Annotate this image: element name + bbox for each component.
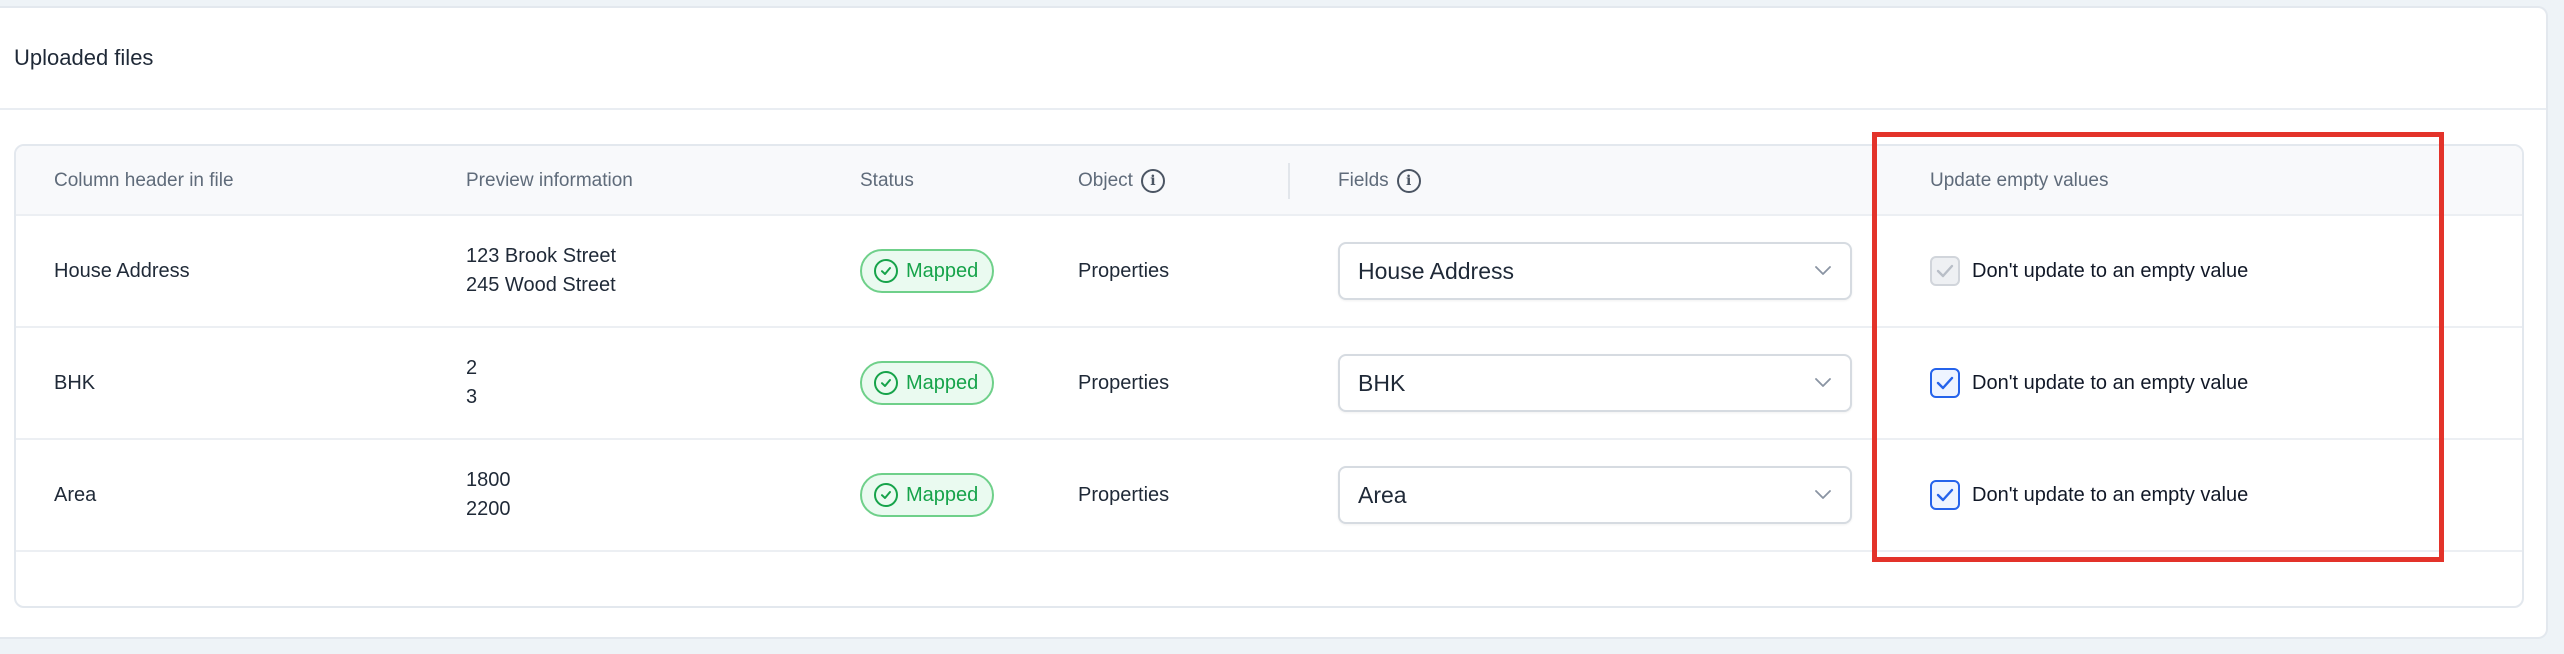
preview-value: 245 Wood Street	[466, 274, 616, 296]
field-select[interactable]: Area	[1338, 466, 1852, 524]
object-value: Properties	[1078, 259, 1170, 282]
column-header-cell: Area	[54, 440, 96, 550]
dont-update-checkbox[interactable]	[1930, 480, 1960, 510]
table-header: Column header in file Preview informatio…	[16, 146, 2522, 216]
header-preview: Preview information	[466, 146, 633, 216]
uploaded-files-panel: Uploaded files Column header in file Pre…	[0, 6, 2548, 639]
info-icon[interactable]: i	[1140, 169, 1165, 193]
header-object: Object i	[1078, 146, 1165, 216]
table-row: BHK 2 3 Mapped Properties BHK Don't upda…	[16, 328, 2522, 440]
fields-cell: House Address	[1338, 216, 1852, 326]
header-fields-label: Fields	[1338, 170, 1389, 191]
object-value: Properties	[1078, 371, 1170, 394]
header-column: Column header in file	[54, 146, 234, 216]
column-header-cell: BHK	[54, 328, 95, 438]
dont-update-label: Don't update to an empty value	[1972, 483, 2249, 506]
field-select[interactable]: House Address	[1338, 242, 1852, 300]
checkmark-icon	[1936, 376, 1954, 390]
column-header-value: BHK	[54, 371, 96, 394]
dont-update-label: Don't update to an empty value	[1972, 371, 2249, 394]
dont-update-checkbox[interactable]	[1930, 256, 1960, 286]
header-status: Status	[860, 146, 914, 216]
fields-cell: BHK	[1338, 328, 1852, 438]
preview-value: 1800	[466, 469, 511, 491]
object-value: Properties	[1078, 483, 1170, 506]
header-fields: Fields i	[1338, 146, 1421, 216]
preview-value: 2200	[466, 498, 511, 520]
fields-cell: Area	[1338, 440, 1852, 550]
table-row: Area 1800 2200 Mapped Properties Area Do…	[16, 440, 2522, 552]
status-badge: Mapped	[860, 249, 995, 293]
header-preview-label: Preview information	[466, 170, 633, 191]
object-cell: Properties	[1078, 440, 1169, 550]
update-cell: Don't update to an empty value	[1930, 328, 2248, 438]
section-title: Uploaded files	[14, 45, 154, 70]
column-header-value: House Address	[54, 259, 190, 282]
preview-cell: 2 3	[466, 328, 477, 438]
mapping-table: Column header in file Preview informatio…	[14, 144, 2524, 608]
checkmark-icon	[1936, 488, 1954, 502]
status-cell: Mapped	[860, 440, 995, 550]
status-cell: Mapped	[860, 328, 995, 438]
field-select[interactable]: BHK	[1338, 354, 1852, 412]
header-status-label: Status	[860, 170, 914, 191]
object-cell: Properties	[1078, 328, 1169, 438]
status-label: Mapped	[906, 371, 979, 394]
dont-update-label: Don't update to an empty value	[1972, 259, 2249, 282]
status-label: Mapped	[906, 259, 979, 282]
header-update: Update empty values	[1930, 146, 2109, 216]
preview-value: 123 Brook Street	[466, 245, 617, 267]
preview-cell: 123 Brook Street 245 Wood Street	[466, 216, 616, 326]
field-select-value: Area	[1358, 481, 1407, 508]
field-select-value: BHK	[1358, 369, 1406, 396]
header-column-label: Column header in file	[54, 170, 234, 191]
column-divider	[1288, 163, 1290, 199]
status-cell: Mapped	[860, 216, 995, 326]
checkmark-icon	[1936, 264, 1954, 278]
section-header: Uploaded files	[0, 8, 2546, 110]
table-body: House Address 123 Brook Street 245 Wood …	[16, 216, 2522, 552]
header-object-label: Object	[1078, 170, 1133, 191]
chevron-down-icon	[1814, 262, 1832, 280]
update-cell: Don't update to an empty value	[1930, 216, 2248, 326]
update-cell: Don't update to an empty value	[1930, 440, 2248, 550]
status-label: Mapped	[906, 483, 979, 506]
status-badge: Mapped	[860, 361, 995, 405]
chevron-down-icon	[1814, 486, 1832, 504]
info-icon[interactable]: i	[1396, 169, 1421, 193]
preview-value: 3	[466, 386, 478, 408]
chevron-down-icon	[1814, 374, 1832, 392]
check-circle-icon	[874, 371, 898, 395]
preview-value: 2	[466, 357, 478, 379]
check-circle-icon	[874, 483, 898, 507]
status-badge: Mapped	[860, 473, 995, 517]
dont-update-checkbox[interactable]	[1930, 368, 1960, 398]
field-select-value: House Address	[1358, 257, 1514, 284]
preview-cell: 1800 2200	[466, 440, 511, 550]
header-update-label: Update empty values	[1930, 170, 2109, 191]
column-header-cell: House Address	[54, 216, 190, 326]
table-row: House Address 123 Brook Street 245 Wood …	[16, 216, 2522, 328]
check-circle-icon	[874, 259, 898, 283]
column-header-value: Area	[54, 483, 97, 506]
object-cell: Properties	[1078, 216, 1169, 326]
